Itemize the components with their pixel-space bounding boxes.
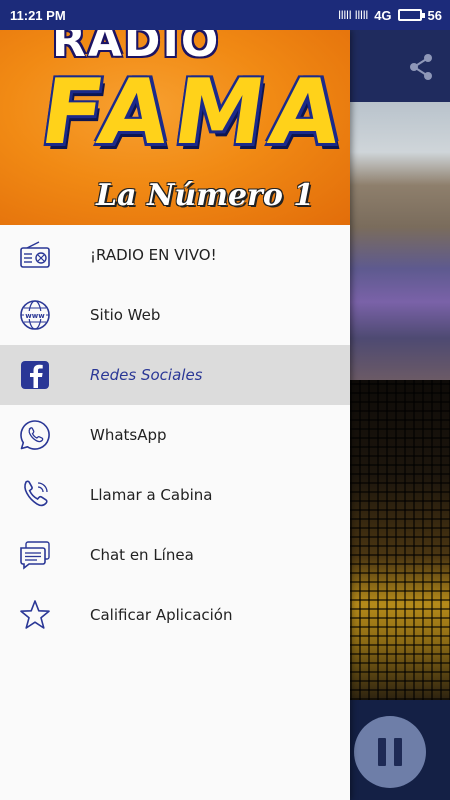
- menu-item-llamar-a-cabina[interactable]: Llamar a Cabina: [0, 465, 350, 525]
- drawer-menu: ¡RADIO EN VIVO! www Sitio Web Redes Soci…: [0, 225, 350, 645]
- logo-fama-text: FAMA: [34, 60, 350, 165]
- drawer-header: RADIO FAMA La Número 1: [0, 30, 350, 225]
- status-time: 11:21 PM: [10, 7, 66, 23]
- menu-label: ¡RADIO EN VIVO!: [90, 246, 217, 264]
- menu-label: Redes Sociales: [90, 366, 203, 384]
- svg-text:www: www: [25, 312, 45, 320]
- phone-icon: [18, 478, 52, 512]
- menu-item-calificar-aplicacion[interactable]: Calificar Aplicación: [0, 585, 350, 645]
- pause-icon: [374, 738, 406, 766]
- menu-item-whatsapp[interactable]: WhatsApp: [0, 405, 350, 465]
- whatsapp-icon: [18, 418, 52, 452]
- navigation-drawer: RADIO FAMA La Número 1 ¡RADIO EN VIVO! w…: [0, 30, 350, 800]
- share-icon[interactable]: [406, 52, 436, 82]
- pause-button[interactable]: [354, 716, 426, 788]
- menu-label: Llamar a Cabina: [90, 486, 213, 504]
- globe-www-icon: www: [18, 298, 52, 332]
- status-indicators: lllll lllll 4G 56: [338, 8, 442, 23]
- chat-icon: [18, 538, 52, 572]
- menu-label: WhatsApp: [90, 426, 167, 444]
- signal-icon: lllll lllll: [338, 8, 369, 22]
- station-photo: [350, 102, 450, 380]
- logo-tagline: La Número 1: [96, 178, 315, 213]
- star-icon: [18, 598, 52, 632]
- menu-label: Chat en Línea: [90, 546, 194, 564]
- menu-item-redes-sociales[interactable]: Redes Sociales: [0, 345, 350, 405]
- radio-icon: [18, 238, 52, 272]
- menu-item-sitio-web[interactable]: www Sitio Web: [0, 285, 350, 345]
- menu-item-radio-en-vivo[interactable]: ¡RADIO EN VIVO!: [0, 225, 350, 285]
- network-type: 4G: [374, 7, 392, 23]
- equalizer-background: [350, 380, 450, 700]
- battery-icon: [397, 9, 425, 21]
- menu-label: Calificar Aplicación: [90, 606, 233, 624]
- facebook-icon: [18, 358, 52, 392]
- menu-item-chat-en-linea[interactable]: Chat en Línea: [0, 525, 350, 585]
- status-bar: 11:21 PM lllll lllll 4G 56: [0, 0, 450, 30]
- battery-level: 56: [427, 7, 442, 23]
- menu-label: Sitio Web: [90, 306, 161, 324]
